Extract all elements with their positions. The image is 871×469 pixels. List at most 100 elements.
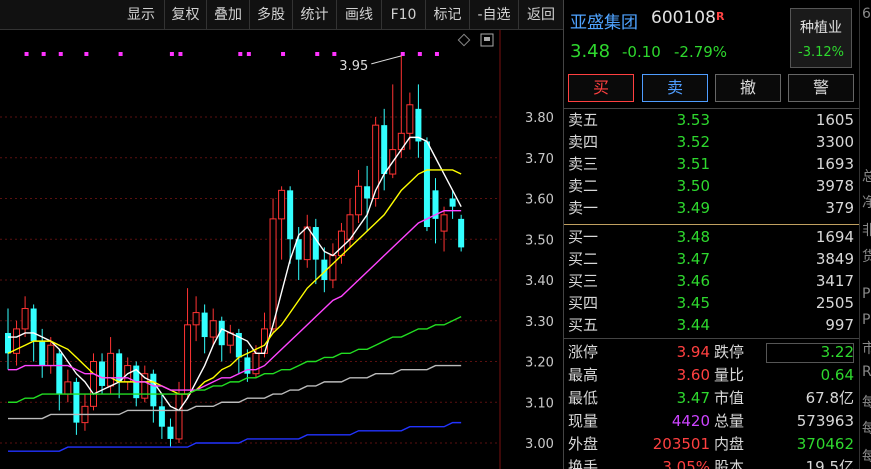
stock-code: 600108: [651, 8, 716, 28]
bid-volume: 3417: [815, 272, 854, 290]
event-marker: [281, 52, 286, 56]
toolbar-draw-button[interactable]: 画线: [336, 0, 381, 30]
y-tick-label: 3.50: [525, 233, 554, 248]
y-tick-label: 3.30: [525, 315, 554, 330]
toolbar-mark-button[interactable]: 标记: [425, 0, 469, 30]
stock-name[interactable]: 亚盛集团: [570, 8, 638, 33]
high-annotation-label: 3.95: [339, 59, 368, 74]
ask-row[interactable]: 卖一 3.49 379: [564, 198, 860, 219]
bid-price[interactable]: 3.46: [674, 271, 710, 292]
stat-value: 67.8亿: [805, 389, 854, 407]
ask-label: 卖三: [568, 155, 599, 173]
event-marker: [178, 52, 183, 56]
candle-body: [423, 141, 430, 228]
cancel-order-button[interactable]: 撤: [715, 74, 781, 102]
toolbar-stats-button[interactable]: 统计: [292, 0, 336, 30]
book-midline: [564, 224, 860, 225]
toolbar-overlay-button[interactable]: 叠加: [206, 0, 249, 30]
candle-body: [192, 312, 200, 326]
chart-toolbar: 显示 复权 叠加 多股 统计 画线 F10 标记 -自选 返回: [0, 0, 563, 30]
candle-body: [30, 308, 37, 342]
bid-row[interactable]: 买四 3.45 2505: [564, 293, 860, 314]
bid-row[interactable]: 买五 3.44 997: [564, 315, 860, 336]
stat-value: 370462: [796, 435, 854, 453]
stat-value: 203501: [652, 435, 710, 453]
candle-body: [73, 381, 80, 423]
event-marker: [246, 52, 251, 56]
stat-label: 股本: [714, 458, 745, 469]
y-tick-label: 3.20: [525, 356, 554, 371]
quote-panel: 亚盛集团 600108 R 种植业 -3.12% 3.48 -0.10 -2.7…: [563, 0, 860, 469]
y-tick-label: 3.70: [525, 152, 554, 167]
candle-body: [209, 320, 217, 338]
edge-label: 每: [862, 446, 871, 466]
stat-value: 3.94: [676, 343, 710, 361]
y-tick-label: 3.80: [525, 111, 554, 126]
candle-body: [184, 324, 192, 395]
ask-row[interactable]: 卖二 3.50 3978: [564, 176, 860, 197]
ask-price[interactable]: 3.53: [674, 110, 710, 131]
high-annotation-line: [371, 55, 402, 65]
window-toggle-icon-inner: [484, 37, 490, 41]
y-tick-label: 3.00: [525, 437, 554, 452]
edge-label: 每: [862, 392, 871, 412]
ask-price[interactable]: 3.52: [674, 132, 710, 153]
candle-body: [303, 226, 311, 261]
ask-row[interactable]: 卖五 3.53 1605: [564, 110, 860, 131]
y-tick-label: 3.10: [525, 396, 554, 411]
bid-volume: 3849: [815, 250, 854, 268]
ask-price[interactable]: 3.50: [674, 176, 710, 197]
divider: [564, 108, 860, 109]
divider: [564, 338, 860, 339]
candle-body: [252, 352, 260, 375]
event-marker: [41, 52, 46, 56]
toolbar-adjust-button[interactable]: 复权: [164, 0, 206, 30]
ask-price[interactable]: 3.49: [674, 198, 710, 219]
event-marker: [400, 52, 405, 56]
candle-body: [175, 393, 183, 440]
stat-label: 换手: [568, 458, 599, 469]
industry-change: -3.12%: [798, 45, 844, 60]
diamond-icon: [457, 33, 471, 47]
margin-badge: R: [716, 10, 725, 23]
sell-button[interactable]: 卖: [642, 74, 708, 102]
bid-price[interactable]: 3.45: [674, 293, 710, 314]
alert-button[interactable]: 警: [788, 74, 854, 102]
stat-label: 涨停: [568, 343, 599, 361]
bid-row[interactable]: 买二 3.47 3849: [564, 249, 860, 270]
toolbar-multi-stock-button[interactable]: 多股: [249, 0, 292, 30]
edge-label: P: [862, 312, 871, 328]
bid-price[interactable]: 3.47: [674, 249, 710, 270]
bid-row[interactable]: 买一 3.48 1694: [564, 227, 860, 248]
candle-body: [329, 255, 337, 281]
industry-box[interactable]: 种植业 -3.12%: [790, 8, 852, 68]
toolbar-back-button[interactable]: 返回: [518, 0, 563, 30]
price-change: -0.10: [622, 43, 661, 61]
edge-label: 6: [862, 6, 871, 22]
edge-label: 非: [862, 220, 871, 240]
stat-value: 3.47: [676, 389, 710, 407]
buy-button[interactable]: 买: [568, 74, 634, 102]
bid-row[interactable]: 买三 3.46 3417: [564, 271, 860, 292]
toolbar-display-button[interactable]: 显示: [118, 0, 164, 30]
ask-row[interactable]: 卖三 3.51 1693: [564, 154, 860, 175]
candle-body: [287, 190, 294, 240]
toolbar-watchlist-button[interactable]: -自选: [469, 0, 518, 30]
ask-volume: 3300: [815, 133, 854, 151]
stat-label: 外盘: [568, 435, 599, 453]
stat-label: 最高: [568, 366, 599, 384]
bid-price[interactable]: 3.44: [674, 315, 710, 336]
kline-svg[interactable]: 3.80 3.70 3.60 3.50 3.40 3.30 3.20 3.10 3.00 3.95: [0, 30, 563, 469]
ask-row[interactable]: 卖四 3.52 3300: [564, 132, 860, 153]
event-marker: [58, 52, 63, 56]
industry-name: 种植业: [800, 20, 842, 36]
candle-body: [278, 189, 286, 220]
kline-chart[interactable]: 3.80 3.70 3.60 3.50 3.40 3.30 3.20 3.10 3.00 3.95: [0, 30, 563, 469]
stat-row-partial: 换手 3.05% 股本 19.5亿: [564, 456, 860, 469]
toolbar-f10-button[interactable]: F10: [381, 0, 425, 30]
bid-price[interactable]: 3.48: [674, 227, 710, 248]
y-tick-label: 3.60: [525, 193, 554, 208]
stat-row: 外盘 203501 内盘 370462: [564, 433, 860, 456]
event-marker: [238, 52, 243, 56]
ask-price[interactable]: 3.51: [674, 154, 710, 175]
